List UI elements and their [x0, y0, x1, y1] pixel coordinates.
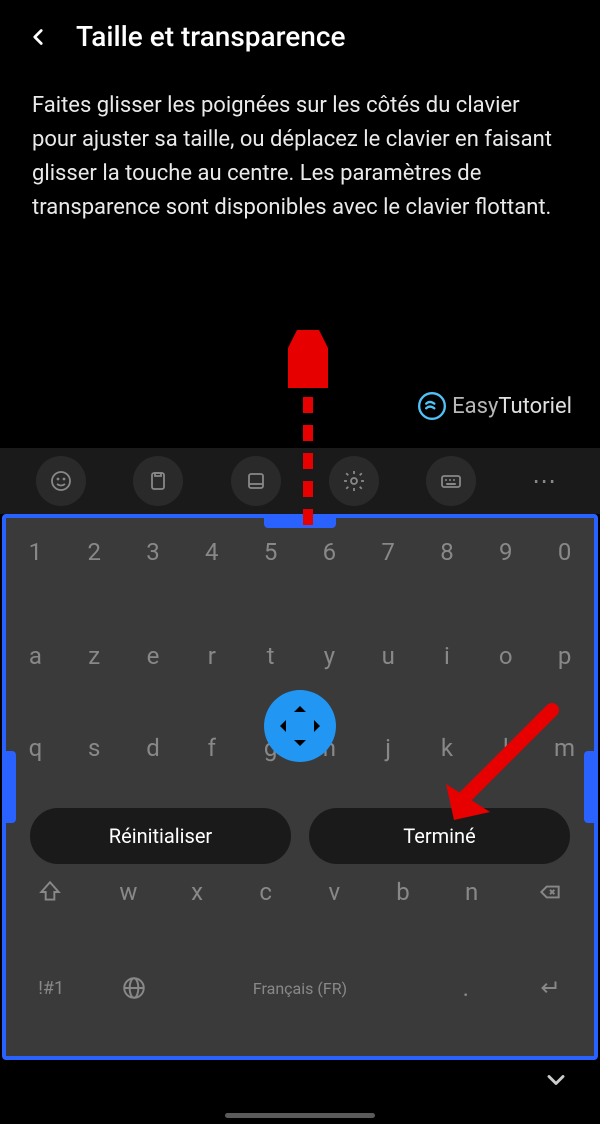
backspace-key[interactable] [508, 860, 592, 924]
reset-button[interactable]: Réinitialiser [30, 808, 291, 864]
key-l[interactable]: l [478, 716, 533, 780]
period-key[interactable]: . [430, 956, 502, 1020]
clipboard-icon[interactable] [133, 456, 183, 506]
keyboard: 1 2 3 4 5 6 7 8 9 0 a z e r t y u i o p … [6, 518, 594, 1056]
key-4[interactable]: 4 [184, 520, 239, 584]
keyboard-icon[interactable] [426, 456, 476, 506]
key-e[interactable]: e [126, 624, 181, 688]
key-k[interactable]: k [420, 716, 475, 780]
key-u[interactable]: u [361, 624, 416, 688]
key-r[interactable]: r [184, 624, 239, 688]
modes-icon[interactable] [231, 456, 281, 506]
emoji-icon[interactable] [36, 456, 86, 506]
key-b[interactable]: b [371, 860, 436, 924]
keyboard-toolbar: ⋯ [0, 448, 600, 514]
key-c[interactable]: c [233, 860, 298, 924]
key-o[interactable]: o [478, 624, 533, 688]
symbol-key[interactable]: !#1 [8, 956, 94, 1020]
key-w[interactable]: w [96, 860, 161, 924]
key-d[interactable]: d [126, 716, 181, 780]
key-7[interactable]: 7 [361, 520, 416, 584]
watermark-suffix: Tutoriel [498, 394, 572, 419]
key-m[interactable]: m [537, 716, 592, 780]
key-x[interactable]: x [165, 860, 230, 924]
key-y[interactable]: y [302, 624, 357, 688]
key-1[interactable]: 1 [8, 520, 63, 584]
key-q[interactable]: q [8, 716, 63, 780]
done-button[interactable]: Terminé [309, 808, 570, 864]
key-i[interactable]: i [420, 624, 475, 688]
key-f[interactable]: f [184, 716, 239, 780]
watermark: EasyTutoriel [418, 392, 572, 420]
keyboard-resize-frame: 1 2 3 4 5 6 7 8 9 0 a z e r t y u i o p … [2, 514, 598, 1060]
key-2[interactable]: 2 [67, 520, 122, 584]
gear-icon[interactable] [329, 456, 379, 506]
gesture-handle[interactable] [225, 1113, 375, 1118]
back-button[interactable] [24, 23, 52, 51]
key-j[interactable]: j [361, 716, 416, 780]
page-title: Taille et transparence [76, 20, 345, 53]
key-t[interactable]: t [243, 624, 298, 688]
key-3[interactable]: 3 [126, 520, 181, 584]
globe-key[interactable] [98, 956, 170, 1020]
key-a[interactable]: a [8, 624, 63, 688]
key-n[interactable]: n [439, 860, 504, 924]
key-5[interactable]: 5 [243, 520, 298, 584]
key-9[interactable]: 9 [478, 520, 533, 584]
key-8[interactable]: 8 [420, 520, 475, 584]
shift-key[interactable] [8, 860, 92, 924]
watermark-prefix: Easy [452, 394, 498, 419]
space-key[interactable]: Français (FR) [174, 956, 426, 1020]
key-6[interactable]: 6 [302, 520, 357, 584]
key-s[interactable]: s [67, 716, 122, 780]
collapse-keyboard-icon[interactable] [542, 1066, 570, 1098]
key-z[interactable]: z [67, 624, 122, 688]
description-text: Faites glisser les poignées sur les côté… [0, 69, 600, 245]
enter-key[interactable] [506, 956, 592, 1020]
key-0[interactable]: 0 [537, 520, 592, 584]
key-v[interactable]: v [302, 860, 367, 924]
move-handle[interactable] [264, 690, 336, 762]
more-icon[interactable]: ⋯ [524, 467, 564, 495]
nav-bar [0, 1064, 600, 1124]
key-p[interactable]: p [537, 624, 592, 688]
